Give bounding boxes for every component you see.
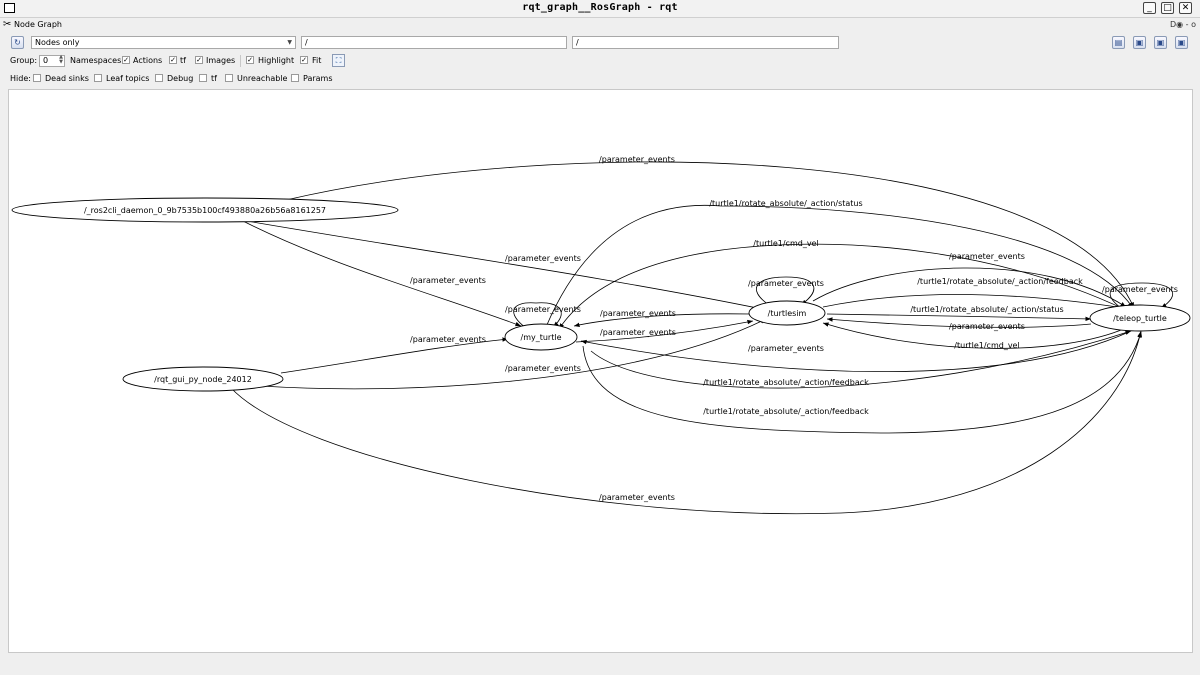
- params-label: Params: [303, 74, 333, 83]
- edge-label: /turtle1/rotate_absolute/_action/feedbac…: [703, 407, 869, 416]
- images-checkbox[interactable]: ✓: [195, 56, 203, 64]
- debug-checkbox[interactable]: [155, 74, 163, 82]
- graph-canvas[interactable]: /_ros2cli_daemon_0_9b7535b100cf493880a26…: [8, 89, 1193, 653]
- plugin-title: Node Graph: [14, 20, 62, 29]
- options-row: Group: 0 ▲ ▼ Namespaces ✓ Actions ✓ tf ✓ …: [0, 54, 1200, 68]
- edge-label: /parameter_events: [505, 305, 581, 314]
- node-label: /teleop_turtle: [1113, 314, 1167, 323]
- edge: [280, 337, 509, 374]
- node-label: /_ros2cli_daemon_0_9b7535b100cf493880a26…: [84, 206, 326, 215]
- edge: [240, 219, 768, 312]
- params-checkbox[interactable]: [291, 74, 299, 82]
- leaf-topics-checkbox[interactable]: [94, 74, 102, 82]
- edge-label: /turtle1/cmd_vel: [954, 341, 1019, 350]
- refresh-icon[interactable]: ↻: [11, 36, 24, 49]
- edge-label: /parameter_events: [949, 322, 1025, 331]
- save-image-icon[interactable]: ▣: [1175, 36, 1188, 49]
- group-spinbox[interactable]: 0 ▲ ▼: [39, 55, 65, 67]
- maximize-button[interactable]: □: [1161, 2, 1174, 14]
- hide-label: Hide:: [10, 74, 31, 83]
- toolbar-row: ↻ Nodes only ▼ / / ▤ ▣ ▣ ▣: [0, 35, 1200, 51]
- graph-mode-select[interactable]: Nodes only ▼: [31, 36, 296, 49]
- fit-label: Fit: [312, 56, 322, 65]
- save-svg-icon[interactable]: ▣: [1154, 36, 1167, 49]
- dead-sinks-label: Dead sinks: [45, 74, 89, 83]
- edge-label: /parameter_events: [599, 155, 675, 164]
- tf-checkbox[interactable]: ✓: [169, 56, 177, 64]
- edge-label: /parameter_events: [748, 344, 824, 353]
- node-filter-input[interactable]: /: [301, 36, 567, 49]
- edge-label: /parameter_events: [949, 252, 1025, 261]
- graph-mode-value: Nodes only: [35, 38, 80, 47]
- hide-tf-label: tf: [211, 74, 217, 83]
- topic-filter-input[interactable]: /: [572, 36, 839, 49]
- group-label: Group:: [10, 56, 38, 65]
- group-value: 0: [43, 56, 49, 65]
- edge-label: /parameter_events: [1102, 285, 1178, 294]
- edge-label: /turtle1/rotate_absolute/_action/feedbac…: [917, 277, 1083, 286]
- node-label: /rqt_gui_py_node_24012: [154, 375, 252, 384]
- edge: [826, 313, 1092, 322]
- fit-checkbox[interactable]: ✓: [300, 56, 308, 64]
- close-button[interactable]: ✕: [1179, 2, 1192, 14]
- spin-arrows-icon[interactable]: ▲ ▼: [59, 55, 63, 65]
- images-label: Images: [206, 56, 236, 65]
- edge-label: /parameter_events: [505, 364, 581, 373]
- unreachable-label: Unreachable: [237, 74, 288, 83]
- leaf-topics-label: Leaf topics: [106, 74, 150, 83]
- edge-label: /turtle1/rotate_absolute/_action/feedbac…: [703, 378, 869, 387]
- edge-label: /turtle1/rotate_absolute/_action/status: [709, 199, 862, 208]
- edge-label: /turtle1/rotate_absolute/_action/status: [910, 305, 1063, 314]
- load-dot-icon[interactable]: ▤: [1112, 36, 1125, 49]
- minimize-button[interactable]: _: [1143, 2, 1156, 14]
- window-titlebar: rqt_graph__RosGraph - rqt _ □ ✕: [0, 0, 1200, 18]
- dead-sinks-checkbox[interactable]: [33, 74, 41, 82]
- edge-label: /parameter_events: [410, 335, 486, 344]
- hide-row: Hide: Dead sinks Leaf topics Debug tf Un…: [0, 73, 1200, 85]
- namespaces-label: Namespaces: [70, 56, 122, 65]
- fit-view-icon[interactable]: ⛶: [332, 54, 345, 67]
- actions-checkbox[interactable]: ✓: [122, 56, 130, 64]
- edge-label: /turtle1/cmd_vel: [753, 239, 818, 248]
- plugin-header: ✂ Node Graph D◉ - o: [0, 18, 1200, 32]
- debug-label: Debug: [167, 74, 194, 83]
- node-label: /turtlesim: [768, 309, 807, 318]
- edge-label: /parameter_events: [600, 309, 676, 318]
- edge: [580, 330, 1132, 373]
- plugin-controls[interactable]: D◉ - o: [1170, 20, 1196, 29]
- chevron-down-icon: ▼: [287, 39, 292, 46]
- edge-label: /parameter_events: [505, 254, 581, 263]
- highlight-label: Highlight: [258, 56, 295, 65]
- edge-label: /parameter_events: [600, 328, 676, 337]
- edge: [285, 161, 1135, 309]
- edge: [812, 267, 1127, 308]
- edge-label: /parameter_events: [599, 493, 675, 502]
- actions-label: Actions: [133, 56, 163, 65]
- highlight-checkbox[interactable]: ✓: [246, 56, 254, 64]
- edge: [240, 219, 522, 327]
- status-bar: [0, 660, 1200, 675]
- hide-tf-checkbox[interactable]: [199, 74, 207, 82]
- window-title: rqt_graph__RosGraph - rqt: [522, 2, 678, 13]
- unreachable-checkbox[interactable]: [225, 74, 233, 82]
- graph-svg[interactable]: /_ros2cli_daemon_0_9b7535b100cf493880a26…: [9, 90, 1192, 652]
- wrench-icon: ✂: [3, 19, 12, 30]
- save-dot-icon[interactable]: ▣: [1133, 36, 1146, 49]
- separator: [240, 55, 241, 67]
- node-label: /my_turtle: [521, 333, 562, 342]
- tf-label: tf: [180, 56, 186, 65]
- edge-label: /parameter_events: [410, 276, 486, 285]
- edge-label: /parameter_events: [748, 279, 824, 288]
